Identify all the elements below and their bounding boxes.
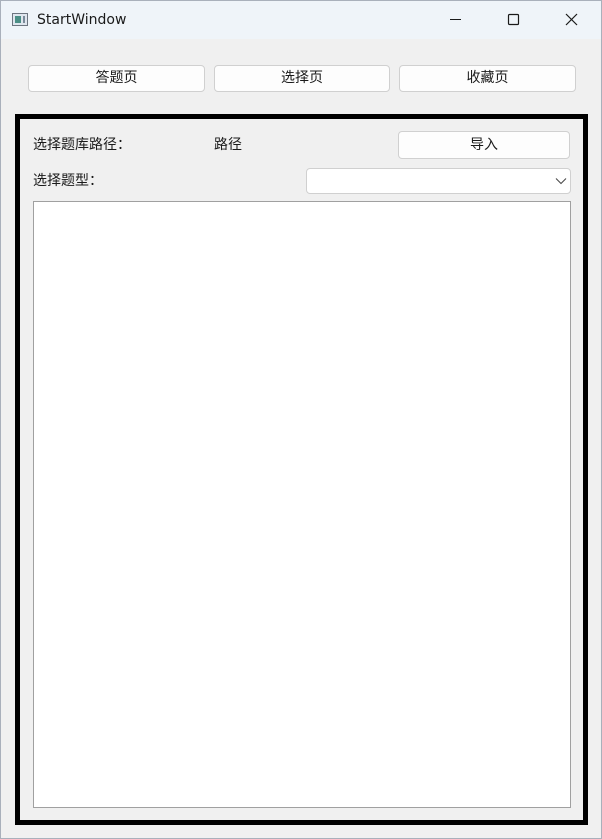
maximize-icon: [507, 13, 520, 26]
question-bank-path-label: 选择题库路径：: [33, 137, 131, 153]
answer-page-button[interactable]: 答题页: [28, 65, 205, 92]
start-window: StartWindow 答题页 选择页 收藏页 选择题库路径： 路径 导入 选择…: [0, 0, 602, 839]
import-button[interactable]: 导入: [398, 131, 570, 159]
question-bank-path-value: 路径: [214, 137, 242, 153]
close-button[interactable]: [542, 1, 600, 39]
question-type-dropdown[interactable]: [306, 168, 571, 194]
close-icon: [565, 13, 578, 26]
question-type-label: 选择题型：: [33, 173, 103, 189]
app-window-icon: [12, 13, 28, 26]
chevron-down-icon: [555, 178, 567, 185]
question-list[interactable]: [33, 201, 571, 808]
favorites-page-button[interactable]: 收藏页: [399, 65, 576, 92]
select-page-button[interactable]: 选择页: [214, 65, 390, 92]
maximize-button[interactable]: [484, 1, 542, 39]
window-title: StartWindow: [37, 12, 127, 28]
minimize-button[interactable]: [426, 1, 484, 39]
title-bar[interactable]: StartWindow: [1, 1, 601, 39]
minimize-icon: [450, 19, 461, 20]
